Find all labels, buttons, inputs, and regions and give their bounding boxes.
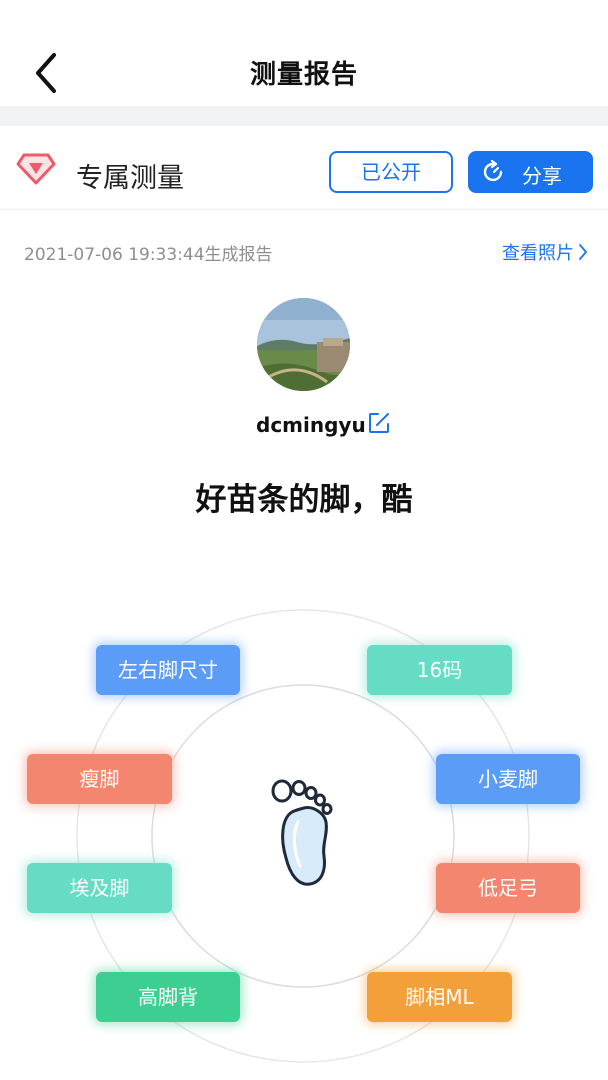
report-timestamp: 2021-07-06 19:33:44生成报告: [24, 245, 273, 265]
tag-foot-type[interactable]: 脚相ML: [367, 972, 512, 1022]
tag-foot-size-diff[interactable]: 左右脚尺寸: [96, 645, 240, 695]
report-page: 测量报告 专属测量 已公开 分享 2021-07-06 19:33:44生成报告…: [0, 0, 608, 1080]
page-title: 测量报告: [249, 60, 358, 90]
chevron-right-icon: [579, 244, 587, 260]
top-bar: 测量报告: [0, 0, 608, 106]
tag-wheat-foot[interactable]: 小麦脚: [436, 754, 580, 804]
tag-slim-foot[interactable]: 瘦脚: [27, 754, 172, 804]
foot-verdict: 好苗条的脚，酷: [195, 482, 413, 518]
tag-shoe-size[interactable]: 16码: [367, 645, 512, 695]
foot-icon: [271, 779, 333, 886]
share-label: 分享: [522, 164, 562, 188]
public-status-button[interactable]: 已公开: [329, 151, 453, 193]
view-photo-link[interactable]: 查看照片: [502, 239, 588, 265]
tag-low-arch[interactable]: 低足弓: [436, 863, 580, 913]
tag-high-instep[interactable]: 高脚背: [96, 972, 240, 1022]
share-icon: [483, 160, 503, 182]
diamond-icon: [16, 153, 56, 185]
divider: [0, 106, 608, 126]
view-photo-label: 查看照片: [502, 243, 574, 264]
tag-egyptian-foot[interactable]: 埃及脚: [27, 863, 172, 913]
avatar-landscape-image: [257, 298, 350, 391]
username: dcmingyu: [256, 413, 366, 437]
section-title: 专属测量: [76, 163, 184, 194]
section-bar: 专属测量 已公开 分享: [0, 126, 608, 210]
share-button[interactable]: 分享: [468, 151, 593, 193]
edit-icon[interactable]: [367, 411, 391, 435]
avatar[interactable]: [257, 298, 350, 391]
